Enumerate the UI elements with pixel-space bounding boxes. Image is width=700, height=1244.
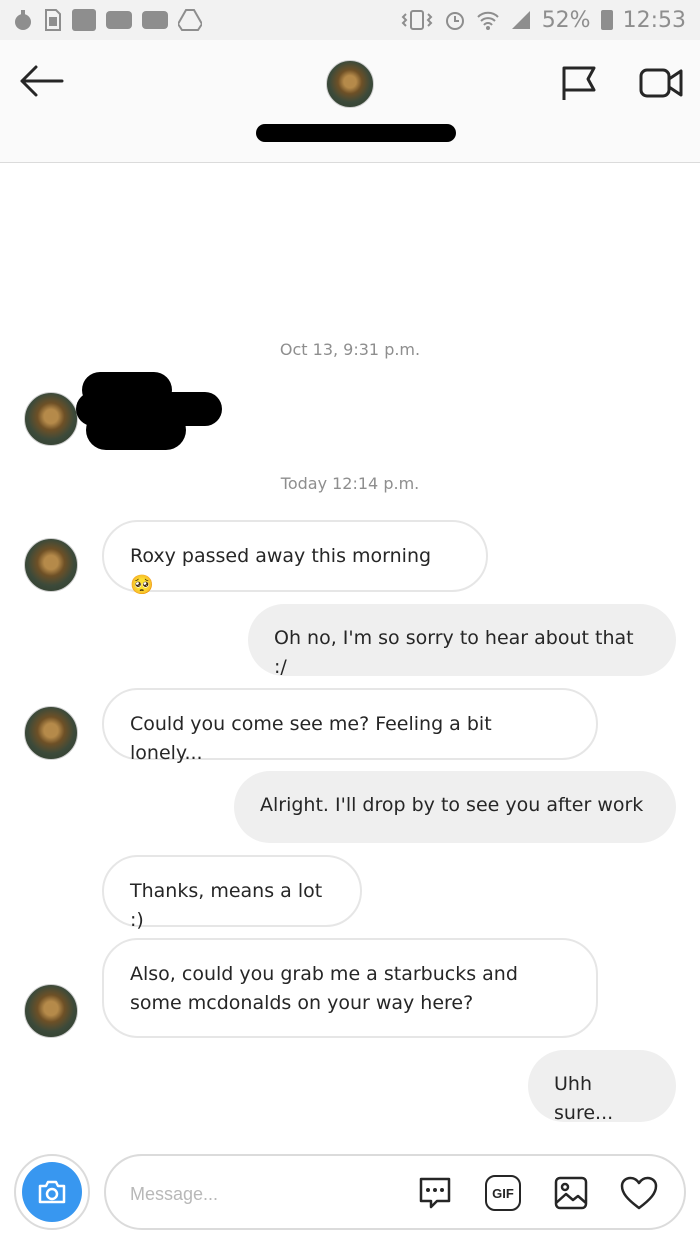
chat-options-icon <box>419 1177 451 1209</box>
redacted-username <box>256 122 456 142</box>
chat-options-button[interactable] <box>416 1174 454 1212</box>
outgoing-message[interactable]: Alright. I'll drop by to see you after w… <box>234 771 676 843</box>
incoming-message[interactable]: Thanks, means a lot :) <box>102 855 362 931</box>
battery-percent: 52% <box>541 7 591 33</box>
sender-avatar[interactable] <box>24 984 78 1038</box>
header-avatar[interactable] <box>326 60 374 108</box>
incoming-message[interactable]: Also, could you grab me a starbucks and … <box>102 938 598 1038</box>
flag-icon <box>562 66 596 100</box>
gif-button[interactable]: GIF <box>484 1174 522 1212</box>
sender-avatar[interactable] <box>24 706 78 760</box>
image-icon <box>554 1176 588 1210</box>
incoming-message[interactable]: Could you come see me? Feeling a bit lon… <box>102 688 598 764</box>
camera-button[interactable] <box>14 1154 90 1230</box>
back-button[interactable] <box>18 64 64 98</box>
timestamp: Oct 13, 9:31 p.m. <box>279 340 421 359</box>
wifi-icon <box>476 9 500 31</box>
drive-icon <box>178 9 202 31</box>
sender-avatar[interactable] <box>24 392 78 446</box>
message-input[interactable] <box>128 1178 402 1210</box>
vibrate-icon <box>400 9 434 31</box>
camera-icon <box>38 1180 66 1204</box>
back-arrow-icon <box>20 65 64 97</box>
signal-icon <box>510 9 532 31</box>
status-bar-left <box>12 8 202 32</box>
status-bar-right: 52% 12:53 <box>400 8 686 33</box>
status-time: 12:53 <box>622 7 686 33</box>
video-call-button[interactable] <box>638 64 684 102</box>
video-call-icon <box>639 68 683 98</box>
timestamp: Today 12:14 p.m. <box>280 474 420 493</box>
outgoing-message[interactable]: Oh no, I'm so sorry to hear about that :… <box>248 604 676 678</box>
outgoing-message[interactable]: Uhh sure... <box>528 1050 676 1124</box>
gif-label: GIF <box>492 1185 514 1201</box>
alarm-icon <box>444 9 466 31</box>
incoming-message[interactable]: Roxy passed away this morning 🥺 <box>102 520 488 596</box>
youtube-icon <box>106 11 132 29</box>
chat-header <box>0 40 700 163</box>
gif-icon: GIF <box>485 1175 521 1211</box>
redaction-mark <box>86 410 186 450</box>
ubuntu-app-icon <box>72 9 96 31</box>
report-button[interactable] <box>560 64 598 102</box>
like-button[interactable] <box>618 1174 660 1212</box>
status-bar: 52% 12:53 <box>0 0 700 40</box>
sim-icon <box>44 8 62 32</box>
youtube-icon-2 <box>142 11 168 29</box>
redaction-mark <box>256 124 456 142</box>
sender-avatar[interactable] <box>24 538 78 592</box>
notification-icon <box>12 9 34 31</box>
message-composer: GIF <box>104 1154 686 1230</box>
battery-icon <box>600 10 613 30</box>
heart-icon <box>620 1176 658 1210</box>
camera-button-fill <box>22 1162 82 1222</box>
image-button[interactable] <box>552 1174 590 1212</box>
